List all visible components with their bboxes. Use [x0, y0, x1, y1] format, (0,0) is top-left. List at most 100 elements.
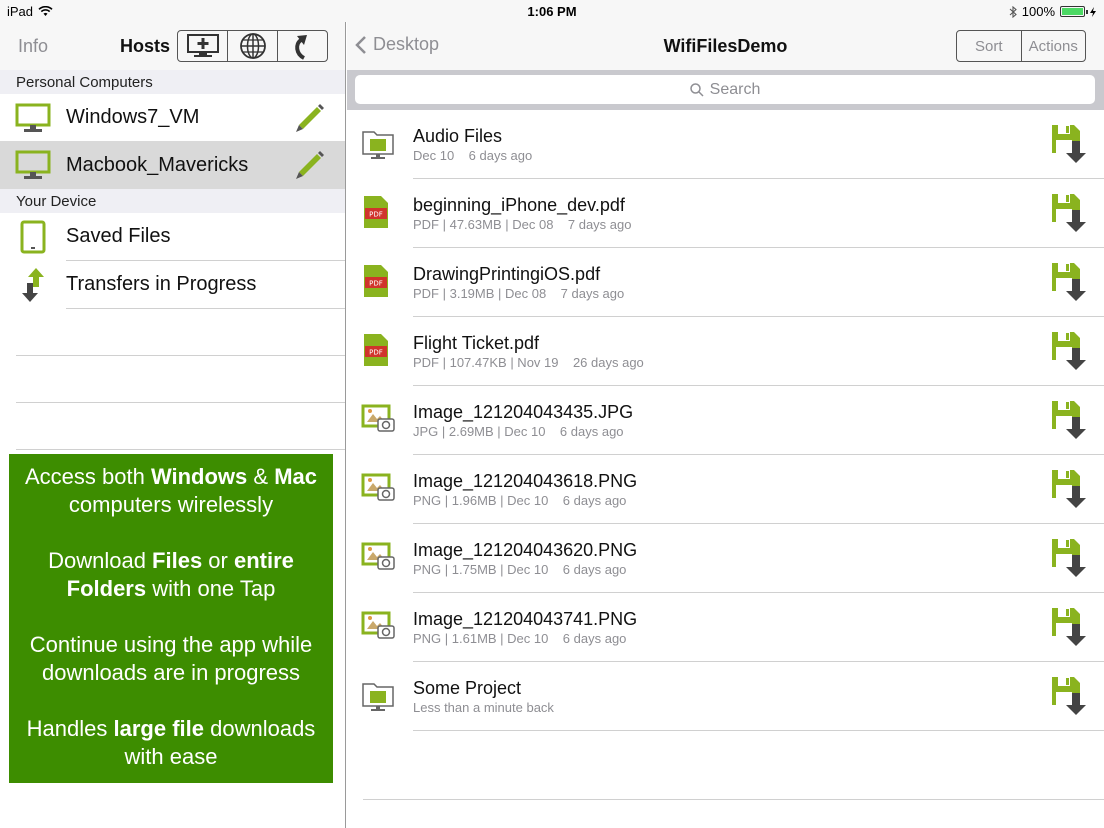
download-button[interactable]: [1050, 261, 1088, 306]
refresh-icon: [294, 35, 307, 60]
pdf-icon: PDF: [364, 265, 388, 297]
download-icon: [1052, 401, 1086, 439]
section-header-your-device: Your Device: [0, 189, 345, 213]
download-icon: [1052, 470, 1086, 508]
host-label: Macbook_Mavericks: [66, 153, 249, 176]
hosts-title: Hosts: [120, 36, 171, 56]
files-nav-bar: Desktop WifiFilesDemo Sort Actions: [347, 22, 1104, 70]
file-meta: Less than a minute back: [413, 700, 554, 715]
file-name: beginning_iPhone_dev.pdf: [413, 195, 625, 215]
download-icon: [1052, 608, 1086, 646]
search-input[interactable]: Search: [355, 75, 1095, 104]
folder-icon: [362, 683, 394, 711]
download-icon: [1052, 263, 1086, 301]
image-icon: [361, 611, 395, 639]
file-name: Some Project: [413, 678, 522, 698]
download-button[interactable]: [1050, 123, 1088, 168]
host-row-windows7-vm[interactable]: Windows7_VM: [0, 94, 345, 141]
status-bar: iPad 1:06 PM 100%: [0, 0, 1104, 22]
download-button[interactable]: [1050, 192, 1088, 237]
file-row[interactable]: Audio Files Dec 10 6 days ago: [347, 110, 1104, 179]
file-name: Audio Files: [413, 126, 503, 146]
promo-text-1: Access both Windows & Mac computers wire…: [24, 464, 317, 517]
file-row[interactable]: PDF beginning_iPhone_dev.pdf PDF | 47.63MB…: [347, 179, 1104, 248]
svg-text:PDF: PDF: [369, 349, 383, 357]
file-row[interactable]: PDF Flight Ticket.pdf PDF | 107.47KB | Nov…: [347, 317, 1104, 386]
file-row[interactable]: PDF DrawingPrintingiOS.pdf PDF | 3.19MB | …: [347, 248, 1104, 317]
file-row[interactable]: Image_121204043435.JPG JPG | 2.69MB | Dec…: [347, 386, 1104, 455]
svg-text:PDF: PDF: [369, 280, 383, 288]
globe-icon: [239, 33, 266, 59]
sort-button[interactable]: Sort: [957, 31, 1022, 61]
file-name: Image_121204043618.PNG: [413, 471, 638, 491]
file-name: Image_121204043620.PNG: [413, 540, 638, 560]
file-meta: PDF | 107.47KB | Nov 19 26 days ago: [413, 355, 644, 370]
file-meta: PNG | 1.61MB | Dec 10 6 days ago: [413, 631, 627, 646]
search-bar: Search: [347, 70, 1104, 110]
file-meta: PNG | 1.75MB | Dec 10 6 days ago: [413, 562, 627, 577]
file-row[interactable]: Some Project Less than a minute back: [347, 662, 1104, 731]
monitor-icon: [15, 150, 51, 179]
battery-icon: [1060, 6, 1088, 17]
folder-icon: [362, 131, 394, 159]
file-meta: PNG | 1.96MB | Dec 10 6 days ago: [413, 493, 627, 508]
battery-percent: 100%: [1021, 4, 1055, 19]
file-meta: PDF | 47.63MB | Dec 08 7 days ago: [413, 217, 632, 232]
host-label: Windows7_VM: [66, 106, 200, 128]
refresh-button[interactable]: [278, 31, 327, 61]
device-item-label: Transfers in Progress: [66, 273, 257, 295]
download-icon: [1052, 125, 1086, 163]
promo-text-2: Download Files or entire Folders with on…: [48, 548, 294, 601]
file-meta: Dec 10 6 days ago: [413, 148, 533, 163]
file-row[interactable]: Image_121204043741.PNG PNG | 1.61MB | Dec…: [347, 593, 1104, 662]
actions-button[interactable]: Actions: [1022, 31, 1086, 61]
hosts-toolbar: [177, 30, 328, 62]
download-button[interactable]: [1050, 606, 1088, 651]
pencil-icon: [296, 104, 324, 132]
section-header-personal-computers: Personal Computers: [0, 70, 345, 94]
device-row-saved-files[interactable]: Saved Files: [0, 213, 345, 260]
device-row-transfers[interactable]: Transfers in Progress: [0, 261, 345, 308]
device-item-label: Saved Files: [66, 225, 171, 247]
file-name: Image_121204043741.PNG: [413, 609, 638, 629]
download-button[interactable]: [1050, 675, 1088, 720]
transfer-icon: [22, 267, 44, 302]
promo-text-4: Handles large file downloads with ease: [26, 716, 316, 769]
file-name: Image_121204043435.JPG: [413, 402, 634, 422]
info-button[interactable]: Info: [18, 36, 48, 57]
search-placeholder: Search: [709, 80, 761, 98]
file-meta: PDF | 3.19MB | Dec 08 7 days ago: [413, 286, 625, 301]
image-icon: [361, 473, 395, 501]
download-button[interactable]: [1050, 330, 1088, 375]
download-button[interactable]: [1050, 468, 1088, 513]
hosts-nav-bar: Info Hosts: [0, 22, 345, 70]
monitor-icon: [15, 103, 51, 132]
download-button[interactable]: [1050, 537, 1088, 582]
download-icon: [1052, 194, 1086, 232]
sort-actions-control: Sort Actions: [956, 30, 1086, 62]
edit-host-button[interactable]: [293, 100, 327, 139]
file-row[interactable]: Image_121204043618.PNG PNG | 1.96MB | Dec…: [347, 455, 1104, 524]
network-button[interactable]: [228, 31, 278, 61]
hosts-pane: Info Hosts Personal Computers Windows7_V…: [0, 0, 346, 828]
charging-icon: [1090, 6, 1096, 17]
download-icon: [1052, 332, 1086, 370]
host-row-macbook-mavericks[interactable]: Macbook_Mavericks: [0, 141, 345, 189]
file-row[interactable]: Image_121204043620.PNG PNG | 1.75MB | Dec…: [347, 524, 1104, 593]
pencil-icon: [296, 151, 324, 179]
image-icon: [361, 404, 395, 432]
promo-text-3: Continue using the app while downloads a…: [29, 632, 313, 685]
pdf-icon: PDF: [364, 334, 388, 366]
download-button[interactable]: [1050, 399, 1088, 444]
file-meta: JPG | 2.69MB | Dec 10 6 days ago: [413, 424, 624, 439]
tablet-icon: [20, 220, 46, 253]
pdf-icon: PDF: [364, 196, 388, 228]
clock: 1:06 PM: [527, 4, 577, 19]
search-icon: [689, 82, 704, 97]
file-name: Flight Ticket.pdf: [413, 333, 540, 353]
add-computer-icon: [186, 34, 219, 57]
edit-host-button[interactable]: [293, 147, 327, 186]
bluetooth-icon: [1009, 5, 1017, 18]
download-icon: [1052, 539, 1086, 577]
add-computer-button[interactable]: [178, 31, 228, 61]
